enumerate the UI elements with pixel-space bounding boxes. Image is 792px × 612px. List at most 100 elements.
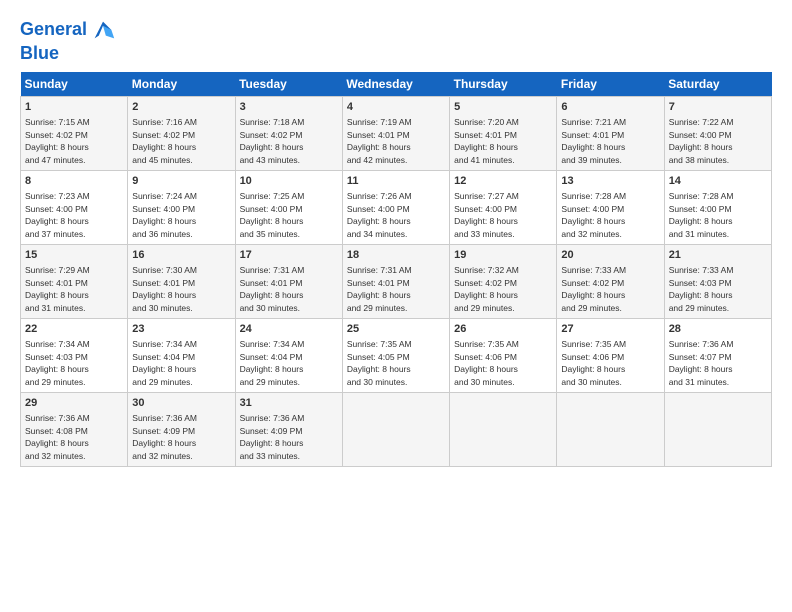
col-header-friday: Friday — [557, 72, 664, 97]
logo: General Blue — [20, 16, 117, 64]
col-header-monday: Monday — [128, 72, 235, 97]
calendar-cell: 27Sunrise: 7:35 AM Sunset: 4:06 PM Dayli… — [557, 318, 664, 392]
calendar-cell: 29 Sunrise: 7:36 AM Sunset: 4:08 PM Dayli… — [21, 392, 128, 466]
day-number: 28 — [669, 322, 767, 337]
day-number: 2 — [132, 100, 230, 115]
day-number: 6 — [561, 100, 659, 115]
calendar-cell — [450, 392, 557, 466]
day-number: 25 — [347, 322, 445, 337]
day-info: Sunrise: 7:36 AM Sunset: 4:07 PM Dayligh… — [669, 339, 734, 387]
day-info: Sunrise: 7:22 AM Sunset: 4:00 PM Dayligh… — [669, 117, 734, 165]
calendar-cell: 4 Sunrise: 7:19 AM Sunset: 4:01 PM Daylig… — [342, 96, 449, 170]
day-info: Sunrise: 7:21 AM Sunset: 4:01 PM Dayligh… — [561, 117, 626, 165]
calendar-cell: 15Sunrise: 7:29 AM Sunset: 4:01 PM Dayli… — [21, 244, 128, 318]
day-info: Sunrise: 7:28 AM Sunset: 4:00 PM Dayligh… — [561, 191, 626, 239]
calendar-cell: 13 Sunrise: 7:28 AM Sunset: 4:00 PM Dayli… — [557, 170, 664, 244]
calendar-table: SundayMondayTuesdayWednesdayThursdayFrid… — [20, 72, 772, 467]
day-number: 8 — [25, 174, 123, 189]
col-header-tuesday: Tuesday — [235, 72, 342, 97]
day-number: 14 — [669, 174, 767, 189]
day-info: Sunrise: 7:31 AM Sunset: 4:01 PM Dayligh… — [347, 265, 412, 313]
day-number: 20 — [561, 248, 659, 263]
logo-blue-text: Blue — [20, 44, 117, 64]
calendar-cell: 10Sunrise: 7:25 AM Sunset: 4:00 PM Dayli… — [235, 170, 342, 244]
col-header-sunday: Sunday — [21, 72, 128, 97]
day-info: Sunrise: 7:31 AM Sunset: 4:01 PM Dayligh… — [240, 265, 305, 313]
calendar-cell: 25 Sunrise: 7:35 AM Sunset: 4:05 PM Dayli… — [342, 318, 449, 392]
day-info: Sunrise: 7:24 AM Sunset: 4:00 PM Dayligh… — [132, 191, 197, 239]
calendar-cell: 22 Sunrise: 7:34 AM Sunset: 4:03 PM Dayli… — [21, 318, 128, 392]
week-row-2: 8Sunrise: 7:23 AM Sunset: 4:00 PM Daylig… — [21, 170, 772, 244]
day-info: Sunrise: 7:15 AM Sunset: 4:02 PM Dayligh… — [25, 117, 90, 165]
calendar-cell: 2 Sunrise: 7:16 AM Sunset: 4:02 PM Daylig… — [128, 96, 235, 170]
day-info: Sunrise: 7:36 AM Sunset: 4:08 PM Dayligh… — [25, 413, 90, 461]
day-number: 15 — [25, 248, 123, 263]
day-number: 12 — [454, 174, 552, 189]
day-info: Sunrise: 7:20 AM Sunset: 4:01 PM Dayligh… — [454, 117, 519, 165]
calendar-cell: 20 Sunrise: 7:33 AM Sunset: 4:02 PM Dayli… — [557, 244, 664, 318]
day-number: 4 — [347, 100, 445, 115]
calendar-cell — [342, 392, 449, 466]
week-row-3: 15Sunrise: 7:29 AM Sunset: 4:01 PM Dayli… — [21, 244, 772, 318]
day-number: 19 — [454, 248, 552, 263]
calendar-cell: 23 Sunrise: 7:34 AM Sunset: 4:04 PM Dayli… — [128, 318, 235, 392]
calendar-cell: 3 Sunrise: 7:18 AM Sunset: 4:02 PM Daylig… — [235, 96, 342, 170]
calendar-cell: 28 Sunrise: 7:36 AM Sunset: 4:07 PM Dayli… — [664, 318, 771, 392]
day-number: 3 — [240, 100, 338, 115]
calendar-cell: 9 Sunrise: 7:24 AM Sunset: 4:00 PM Daylig… — [128, 170, 235, 244]
calendar-cell: 6 Sunrise: 7:21 AM Sunset: 4:01 PM Daylig… — [557, 96, 664, 170]
day-number: 23 — [132, 322, 230, 337]
calendar-cell: 8Sunrise: 7:23 AM Sunset: 4:00 PM Daylig… — [21, 170, 128, 244]
calendar-cell — [557, 392, 664, 466]
day-info: Sunrise: 7:18 AM Sunset: 4:02 PM Dayligh… — [240, 117, 305, 165]
calendar-cell: 18Sunrise: 7:31 AM Sunset: 4:01 PM Dayli… — [342, 244, 449, 318]
day-info: Sunrise: 7:19 AM Sunset: 4:01 PM Dayligh… — [347, 117, 412, 165]
day-number: 9 — [132, 174, 230, 189]
calendar-cell: 1Sunrise: 7:15 AM Sunset: 4:02 PM Daylig… — [21, 96, 128, 170]
day-info: Sunrise: 7:32 AM Sunset: 4:02 PM Dayligh… — [454, 265, 519, 313]
day-info: Sunrise: 7:36 AM Sunset: 4:09 PM Dayligh… — [132, 413, 197, 461]
day-number: 13 — [561, 174, 659, 189]
calendar-cell: 19 Sunrise: 7:32 AM Sunset: 4:02 PM Dayli… — [450, 244, 557, 318]
day-number: 11 — [347, 174, 445, 189]
day-number: 29 — [25, 396, 123, 411]
week-row-4: 22 Sunrise: 7:34 AM Sunset: 4:03 PM Dayli… — [21, 318, 772, 392]
day-info: Sunrise: 7:36 AM Sunset: 4:09 PM Dayligh… — [240, 413, 305, 461]
day-number: 31 — [240, 396, 338, 411]
day-number: 16 — [132, 248, 230, 263]
day-info: Sunrise: 7:34 AM Sunset: 4:04 PM Dayligh… — [240, 339, 305, 387]
logo-text: General — [20, 20, 87, 40]
day-number: 5 — [454, 100, 552, 115]
calendar-cell: 31 Sunrise: 7:36 AM Sunset: 4:09 PM Dayli… — [235, 392, 342, 466]
day-info: Sunrise: 7:26 AM Sunset: 4:00 PM Dayligh… — [347, 191, 412, 239]
header: General Blue — [20, 16, 772, 64]
day-number: 10 — [240, 174, 338, 189]
calendar-cell: 14Sunrise: 7:28 AM Sunset: 4:00 PM Dayli… — [664, 170, 771, 244]
day-number: 26 — [454, 322, 552, 337]
day-number: 21 — [669, 248, 767, 263]
day-info: Sunrise: 7:30 AM Sunset: 4:01 PM Dayligh… — [132, 265, 197, 313]
col-header-wednesday: Wednesday — [342, 72, 449, 97]
logo-icon — [89, 16, 117, 44]
day-info: Sunrise: 7:33 AM Sunset: 4:02 PM Dayligh… — [561, 265, 626, 313]
day-info: Sunrise: 7:33 AM Sunset: 4:03 PM Dayligh… — [669, 265, 734, 313]
day-info: Sunrise: 7:34 AM Sunset: 4:03 PM Dayligh… — [25, 339, 90, 387]
day-number: 30 — [132, 396, 230, 411]
calendar-cell: 30 Sunrise: 7:36 AM Sunset: 4:09 PM Dayli… — [128, 392, 235, 466]
calendar-cell — [664, 392, 771, 466]
day-number: 22 — [25, 322, 123, 337]
calendar-cell: 12 Sunrise: 7:27 AM Sunset: 4:00 PM Dayli… — [450, 170, 557, 244]
day-info: Sunrise: 7:35 AM Sunset: 4:05 PM Dayligh… — [347, 339, 412, 387]
day-info: Sunrise: 7:35 AM Sunset: 4:06 PM Dayligh… — [454, 339, 519, 387]
page: General Blue SundayMondayTuesdayWednesda… — [0, 0, 792, 612]
calendar-cell: 11 Sunrise: 7:26 AM Sunset: 4:00 PM Dayli… — [342, 170, 449, 244]
calendar-cell: 7Sunrise: 7:22 AM Sunset: 4:00 PM Daylig… — [664, 96, 771, 170]
calendar-cell: 21 Sunrise: 7:33 AM Sunset: 4:03 PM Dayli… — [664, 244, 771, 318]
day-info: Sunrise: 7:34 AM Sunset: 4:04 PM Dayligh… — [132, 339, 197, 387]
day-info: Sunrise: 7:27 AM Sunset: 4:00 PM Dayligh… — [454, 191, 519, 239]
day-number: 27 — [561, 322, 659, 337]
week-row-1: 1Sunrise: 7:15 AM Sunset: 4:02 PM Daylig… — [21, 96, 772, 170]
week-row-5: 29 Sunrise: 7:36 AM Sunset: 4:08 PM Dayli… — [21, 392, 772, 466]
day-info: Sunrise: 7:16 AM Sunset: 4:02 PM Dayligh… — [132, 117, 197, 165]
calendar-cell: 5 Sunrise: 7:20 AM Sunset: 4:01 PM Daylig… — [450, 96, 557, 170]
